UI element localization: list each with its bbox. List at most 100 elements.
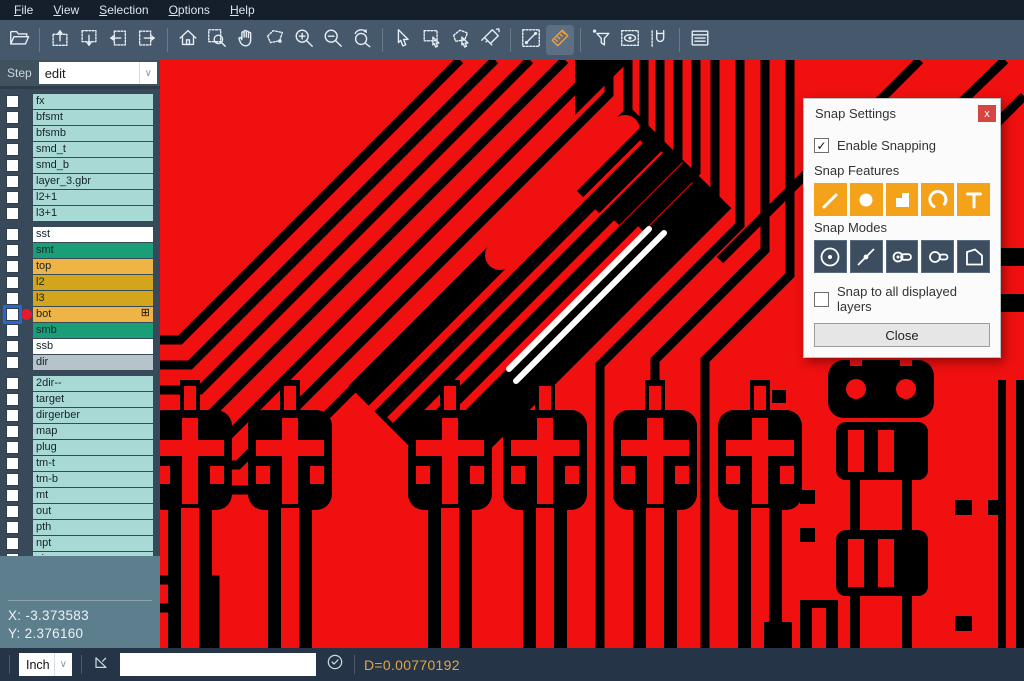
menu-selection[interactable]: Selection <box>89 1 158 19</box>
layer-name[interactable]: l2+1 <box>33 190 153 205</box>
layer-visibility-checkbox[interactable] <box>6 260 19 273</box>
snap-mode-contour-button[interactable] <box>957 240 990 273</box>
layer-name[interactable]: l3 <box>33 291 153 306</box>
snap-feature-surface-button[interactable] <box>886 183 919 216</box>
zoom-out-button[interactable] <box>319 25 347 55</box>
layer-name[interactable]: l2 <box>33 275 153 290</box>
layer-visibility-checkbox[interactable] <box>6 111 19 124</box>
layer-name[interactable]: layer_3.gbr <box>33 174 153 189</box>
layer-name[interactable]: target <box>33 392 153 407</box>
snap-mode-center-button[interactable] <box>814 240 847 273</box>
layer-row[interactable]: out <box>0 504 160 519</box>
layer-visibility-checkbox[interactable] <box>6 308 19 321</box>
snap-mode-point-on-line-button[interactable] <box>850 240 883 273</box>
layer-visibility-checkbox[interactable] <box>6 409 19 422</box>
layer-row[interactable]: map <box>0 424 160 439</box>
layer-row[interactable]: tm-b <box>0 472 160 487</box>
layer-visibility-checkbox[interactable] <box>6 228 19 241</box>
menu-options[interactable]: Options <box>159 1 220 19</box>
layer-visibility-checkbox[interactable] <box>6 292 19 305</box>
scroll-left-button[interactable] <box>104 25 132 55</box>
snap-mode-pad-entry-button[interactable] <box>886 240 919 273</box>
layer-row[interactable]: plug <box>0 440 160 455</box>
layer-row[interactable]: l3+1 <box>0 206 160 221</box>
layer-name[interactable]: plug <box>33 440 153 455</box>
snap-magnet-button[interactable] <box>645 25 673 55</box>
layer-visibility-checkbox[interactable] <box>6 393 19 406</box>
snap-feature-line-button[interactable] <box>814 183 847 216</box>
select-pointer-button[interactable] <box>389 25 417 55</box>
layer-name[interactable]: via <box>33 552 153 556</box>
zoom-previous-button[interactable] <box>348 25 376 55</box>
select-window-button[interactable] <box>418 25 446 55</box>
layer-visibility-checkbox[interactable] <box>6 425 19 438</box>
layer-name[interactable]: smd_t <box>33 142 153 157</box>
zoom-polygon-button[interactable] <box>261 25 289 55</box>
layer-row[interactable]: l3 <box>0 291 160 306</box>
layer-visibility-checkbox[interactable] <box>6 457 19 470</box>
layer-name[interactable]: dir <box>33 355 153 370</box>
layer-row[interactable]: mt <box>0 488 160 503</box>
layer-row[interactable]: l2 <box>0 275 160 290</box>
measure-line-button[interactable] <box>517 25 545 55</box>
layer-visibility-checkbox[interactable] <box>6 356 19 369</box>
layer-name[interactable]: tm-t <box>33 456 153 471</box>
layer-visibility-checkbox[interactable] <box>6 127 19 140</box>
layer-visibility-checkbox[interactable] <box>6 377 19 390</box>
layer-name[interactable]: l3+1 <box>33 206 153 221</box>
layer-row[interactable]: smt <box>0 243 160 258</box>
snap-feature-pad-button[interactable] <box>850 183 883 216</box>
scroll-right-button[interactable] <box>133 25 161 55</box>
command-input[interactable] <box>120 653 316 676</box>
layer-row[interactable]: fx <box>0 94 160 109</box>
zoom-in-button[interactable] <box>290 25 318 55</box>
layer-row[interactable]: npt <box>0 536 160 551</box>
layer-name[interactable]: mt <box>33 488 153 503</box>
enable-snapping-checkbox[interactable]: ✓ <box>814 138 829 153</box>
layer-name[interactable]: fx <box>33 94 153 109</box>
layer-visibility-checkbox[interactable] <box>6 505 19 518</box>
snap-dialog-close-button[interactable]: Close <box>814 323 990 347</box>
layer-name[interactable]: bfsmb <box>33 126 153 141</box>
snap-feature-text-button[interactable] <box>957 183 990 216</box>
layer-name[interactable]: smd_b <box>33 158 153 173</box>
layer-name[interactable]: sst <box>33 227 153 242</box>
layer-visibility-checkbox[interactable] <box>6 324 19 337</box>
layer-visibility-checkbox[interactable] <box>6 537 19 550</box>
open-file-button[interactable] <box>5 25 33 55</box>
step-select[interactable]: edit ∨ <box>39 62 157 84</box>
layer-name[interactable]: tm-b <box>33 472 153 487</box>
layer-name[interactable]: ssb <box>33 339 153 354</box>
menu-view[interactable]: View <box>43 1 89 19</box>
layer-name[interactable]: 2dir-- <box>33 376 153 391</box>
layer-row[interactable]: l2+1 <box>0 190 160 205</box>
layer-visibility-checkbox[interactable] <box>6 143 19 156</box>
layer-name[interactable]: out <box>33 504 153 519</box>
layer-visibility-checkbox[interactable] <box>6 207 19 220</box>
layer-visibility-checkbox[interactable] <box>6 191 19 204</box>
layer-row[interactable]: bfsmb <box>0 126 160 141</box>
layer-row[interactable]: smb <box>0 323 160 338</box>
layer-name[interactable]: npt <box>33 536 153 551</box>
clear-selection-button[interactable] <box>476 25 504 55</box>
layer-visibility-checkbox[interactable] <box>6 489 19 502</box>
layer-row[interactable]: target <box>0 392 160 407</box>
layer-row[interactable]: pth <box>0 520 160 535</box>
zoom-window-button[interactable] <box>203 25 231 55</box>
menu-file[interactable]: File <box>4 1 43 19</box>
unit-select[interactable]: Inch ∨ <box>19 653 72 676</box>
layer-name[interactable]: pth <box>33 520 153 535</box>
home-view-button[interactable] <box>174 25 202 55</box>
corner-origin-icon[interactable] <box>91 652 111 677</box>
layer-name[interactable]: map <box>33 424 153 439</box>
close-icon[interactable]: x <box>978 105 996 122</box>
snap-all-layers-checkbox[interactable] <box>814 292 829 307</box>
layer-name[interactable]: smt <box>33 243 153 258</box>
layer-name[interactable]: bfsmt <box>33 110 153 125</box>
layer-row[interactable]: bot ⊞ <box>0 307 160 322</box>
filter-button[interactable] <box>587 25 615 55</box>
layer-name[interactable]: top <box>33 259 153 274</box>
layer-row[interactable]: ssb <box>0 339 160 354</box>
menu-help[interactable]: Help <box>220 1 265 19</box>
apply-sync-icon[interactable] <box>325 652 345 677</box>
